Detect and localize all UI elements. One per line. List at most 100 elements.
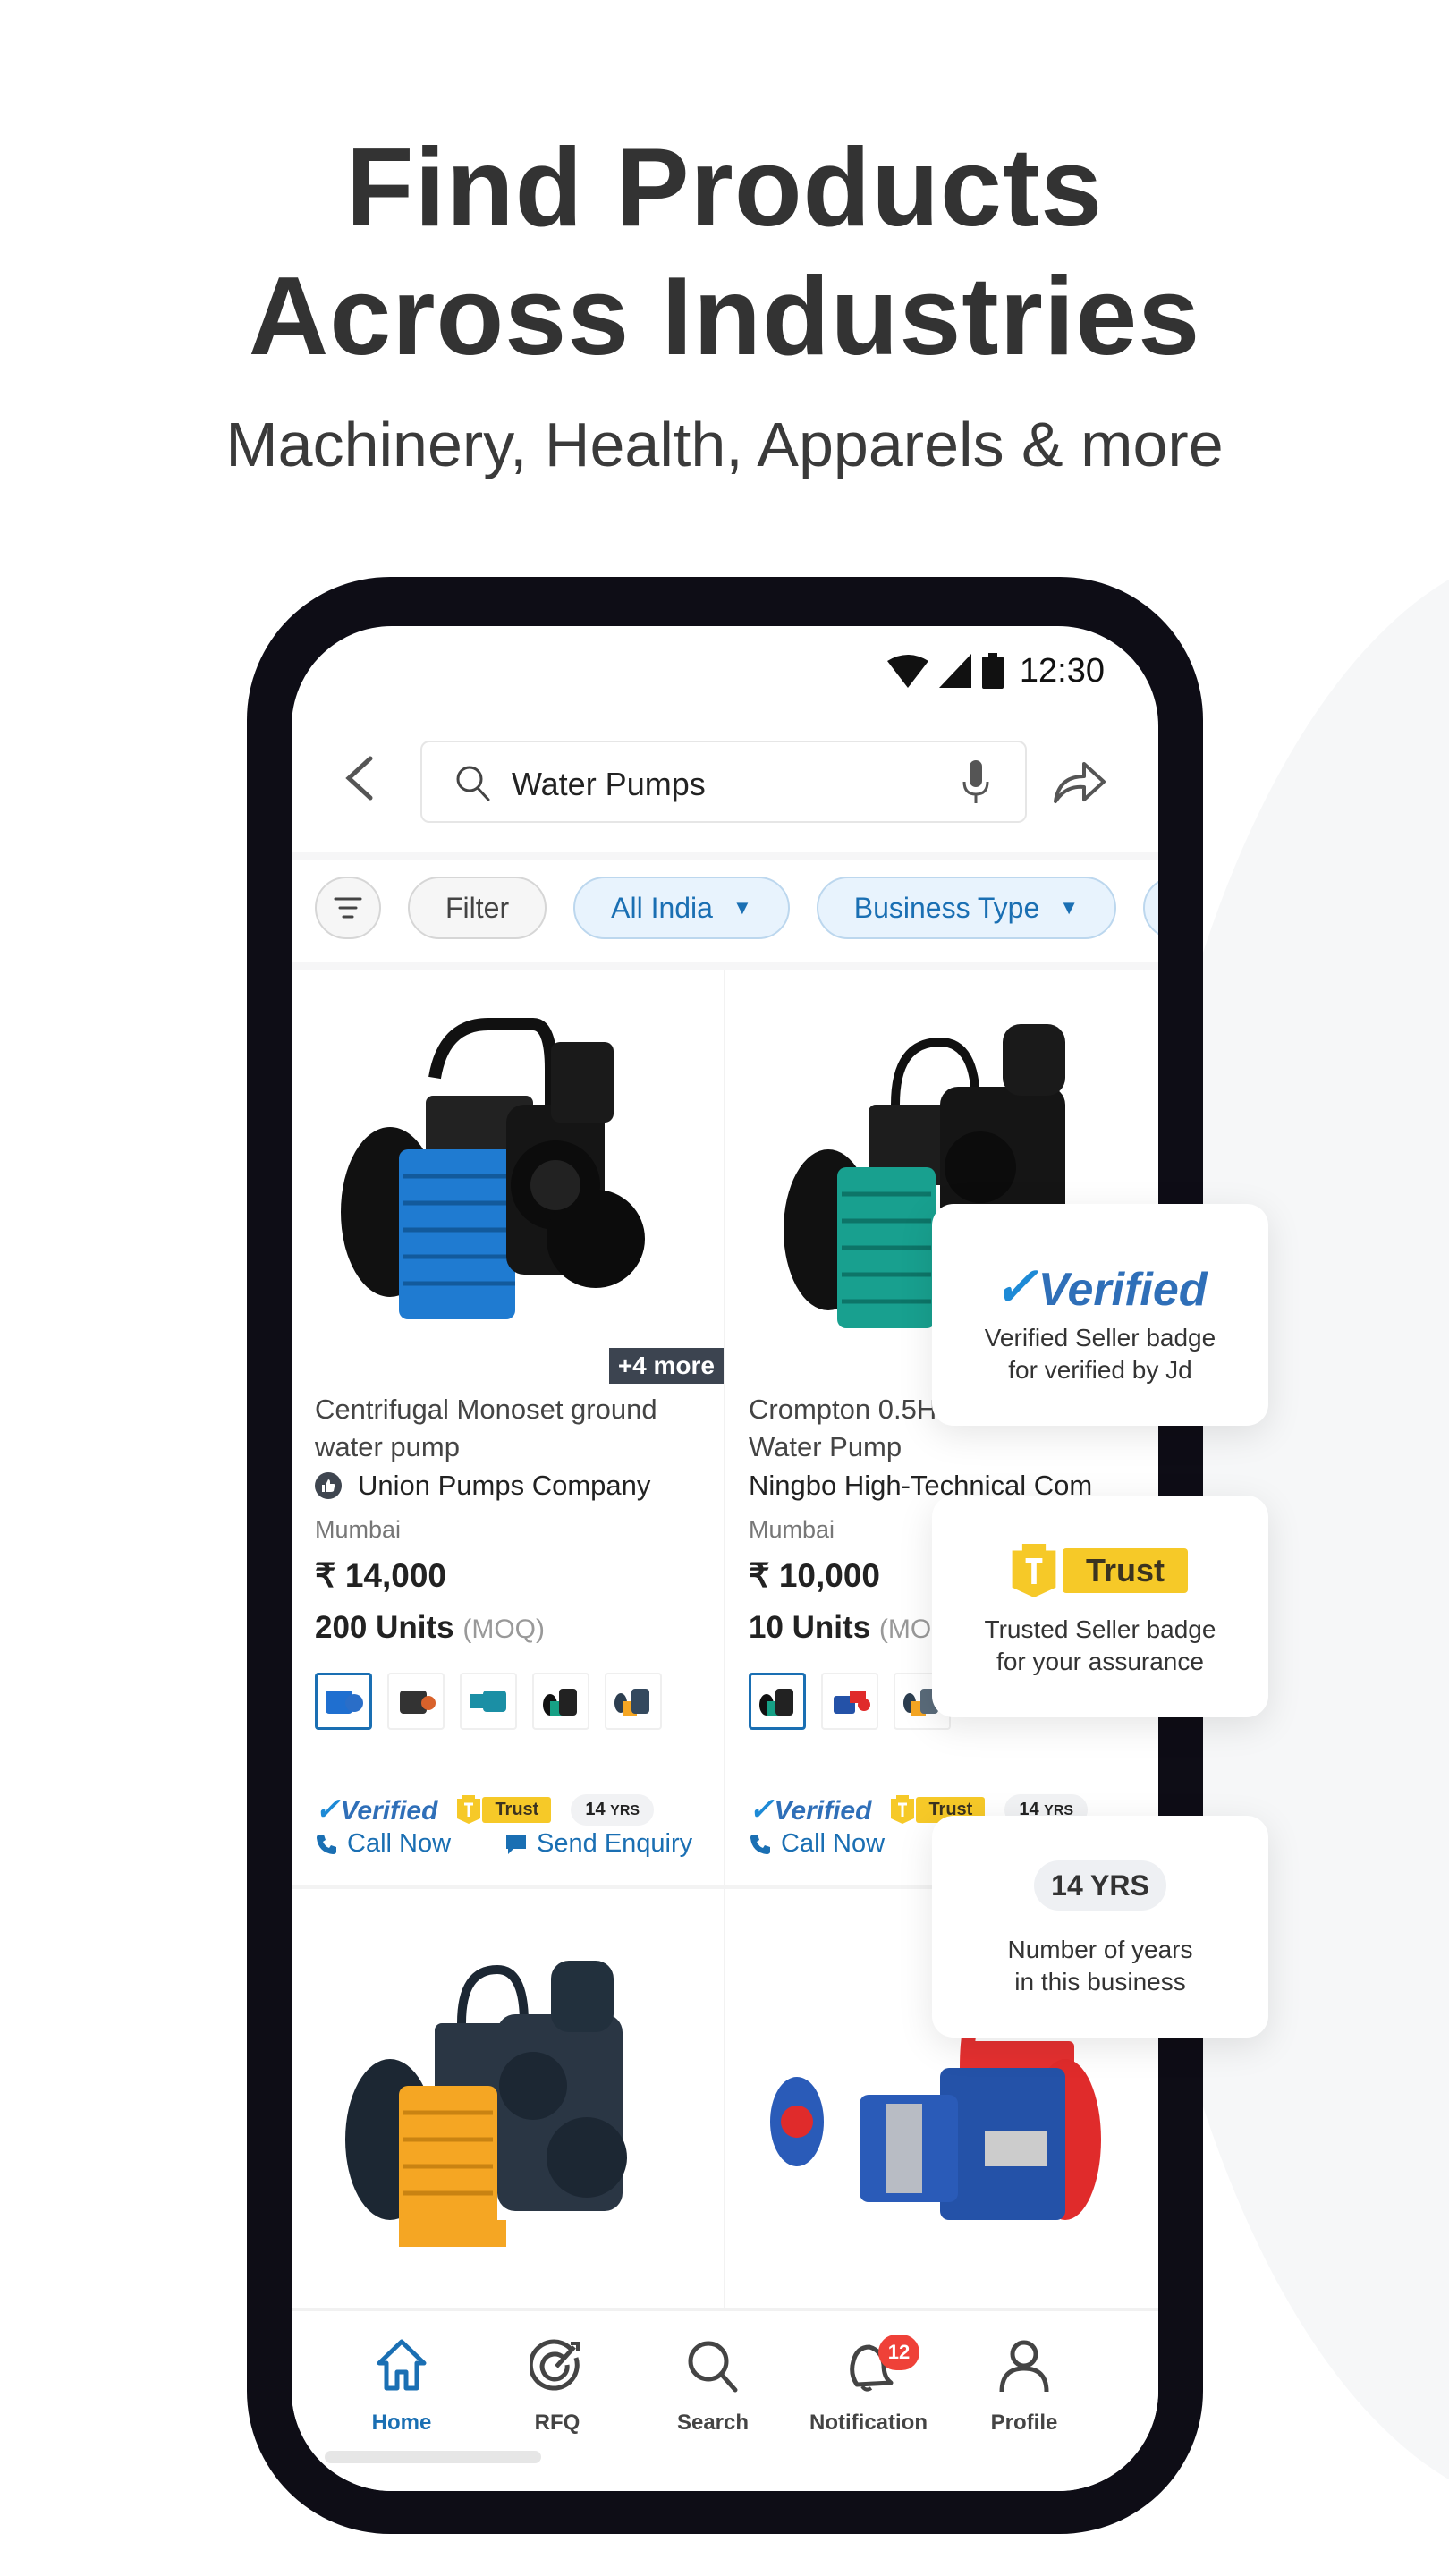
- signal-icon: [938, 654, 971, 688]
- more-images-badge[interactable]: +4 more: [608, 1348, 724, 1384]
- callout-verified: ✓Verified Verified Seller badge for verif…: [932, 1204, 1268, 1426]
- verified-badge: ✓Verified: [315, 1792, 438, 1826]
- back-button[interactable]: [336, 751, 381, 805]
- nav-rfq-label: RFQ: [534, 2411, 580, 2435]
- pump-image-blue[interactable]: [327, 1006, 685, 1346]
- nav-home[interactable]: Home: [335, 2338, 469, 2436]
- call-now-button[interactable]: Call Now: [749, 1829, 885, 1859]
- desc-line2: in this business: [1014, 1968, 1186, 1996]
- product-price: ₹ 10,000: [749, 1557, 880, 1594]
- seller-name[interactable]: Union Pumps Company: [315, 1470, 650, 1502]
- trust-logo-text: Trust: [1063, 1548, 1189, 1593]
- thumbs-up-icon: [315, 1472, 342, 1499]
- trust-logo: Trust: [1009, 1544, 1189, 1597]
- search-icon: [456, 766, 490, 801]
- callout-trust: Trust Trusted Seller badge for your assur…: [932, 1496, 1268, 1717]
- header-divider: [292, 852, 1158, 860]
- nav-profile-label: Profile: [990, 2411, 1058, 2435]
- phone-icon: [750, 1834, 770, 1854]
- chip-label: Filter: [445, 891, 510, 924]
- caret-down-icon: ▼: [1059, 896, 1080, 919]
- thumbnail[interactable]: [532, 1673, 589, 1730]
- nav-rfq[interactable]: RFQ: [490, 2338, 624, 2436]
- status-bar: 12:30: [886, 644, 1105, 698]
- product-card[interactable]: Crompton 0.5HP Aquagold 50 Water Pump Ni…: [725, 970, 1158, 1887]
- home-icon: [377, 2339, 427, 2391]
- chat-bubble-icon: [506, 1834, 527, 1854]
- business-type-chip[interactable]: Business Type ▼: [816, 877, 1117, 939]
- nav-notification[interactable]: 12 Notification: [801, 2334, 936, 2436]
- thumbnail[interactable]: [605, 1673, 662, 1730]
- trust-label: Trust: [482, 1796, 552, 1823]
- callout-description: Verified Seller badge for verified by Jd: [932, 1322, 1268, 1386]
- filter-chip[interactable]: Filter: [408, 877, 547, 939]
- desc-line1: Number of years: [1007, 1936, 1193, 1963]
- desc-line2: for your assurance: [996, 1648, 1204, 1675]
- product-moq: 10 Units (MOQ): [749, 1610, 962, 1646]
- years-badge: 14 YRS: [571, 1793, 655, 1826]
- years-unit: YRS: [610, 1802, 640, 1818]
- thumbnail-strip: [749, 1673, 951, 1730]
- nav-search[interactable]: Search: [646, 2338, 780, 2436]
- product-price: ₹ 14,000: [315, 1557, 446, 1594]
- desc-line1: Verified Seller badge: [984, 1324, 1216, 1352]
- chip-label: Business Type: [853, 891, 1040, 924]
- years-number: 14: [585, 1799, 606, 1819]
- callout-description: Trusted Seller badge for your assurance: [932, 1614, 1268, 1678]
- nav-profile[interactable]: Profile: [957, 2338, 1091, 2436]
- search-input[interactable]: Water Pumps: [420, 741, 1027, 823]
- verified-logo: ✓Verified: [993, 1257, 1208, 1317]
- shield-t-icon: [1012, 1544, 1056, 1597]
- product-title[interactable]: Centrifugal Monoset ground water pump: [315, 1391, 708, 1466]
- battery-icon: [981, 653, 1004, 689]
- share-icon[interactable]: [1052, 758, 1107, 805]
- product-actions: Call Now: [749, 1829, 885, 1859]
- chips-divider: [292, 962, 1158, 970]
- wifi-icon: [886, 655, 928, 688]
- nav-notification-label: Notification: [809, 2411, 928, 2435]
- thumbnail[interactable]: [749, 1673, 806, 1730]
- brand-chip[interactable]: Br: [1143, 877, 1158, 939]
- hero-title-line1: Find Products: [345, 126, 1104, 250]
- thumbnail[interactable]: [460, 1673, 517, 1730]
- product-city: Mumbai: [315, 1516, 402, 1543]
- filter-chips: Filter All India ▼ Business Type ▼ Br: [315, 877, 1158, 939]
- call-now-label: Call Now: [781, 1829, 886, 1858]
- thumbnail[interactable]: [387, 1673, 445, 1730]
- product-city: Mumbai: [749, 1516, 835, 1543]
- caret-down-icon: ▼: [732, 896, 752, 919]
- trust-badge: Trust: [457, 1795, 552, 1824]
- thumbnail[interactable]: [315, 1673, 372, 1730]
- callout-years: 14 YRS Number of years in this business: [932, 1816, 1268, 2038]
- bottom-nav: Home RFQ Search 12 Notification Profile: [292, 2308, 1158, 2491]
- notification-count-badge: 12: [878, 2334, 919, 2370]
- sort-button[interactable]: [315, 877, 381, 939]
- pump-image-yellow[interactable]: [327, 1934, 685, 2274]
- send-enquiry-label: Send Enquiry: [537, 1829, 693, 1858]
- product-moq: 200 Units (MOQ): [315, 1610, 545, 1646]
- nav-search-label: Search: [676, 2411, 750, 2435]
- call-now-button[interactable]: Call Now: [315, 1829, 451, 1859]
- location-chip[interactable]: All India ▼: [573, 877, 790, 939]
- verified-label: Verified: [340, 1796, 438, 1826]
- product-actions: Call Now Send Enquiry: [315, 1829, 692, 1859]
- verified-badge: ✓Verified: [749, 1792, 872, 1826]
- verified-label: Verified: [774, 1796, 872, 1826]
- mic-icon[interactable]: [961, 760, 991, 805]
- hero-subtitle: Machinery, Health, Apparels & more: [225, 410, 1224, 479]
- thumbnail[interactable]: [821, 1673, 878, 1730]
- desc-line1: Trusted Seller badge: [984, 1615, 1216, 1643]
- moq-value: 200 Units: [315, 1610, 454, 1645]
- sort-lines-icon: [334, 897, 362, 919]
- hero-title-line2: Across Industries: [248, 255, 1201, 378]
- search-value: Water Pumps: [512, 766, 706, 802]
- product-card[interactable]: [292, 1889, 724, 2309]
- home-indicator[interactable]: [325, 2451, 541, 2463]
- nav-home-label: Home: [371, 2411, 432, 2435]
- moq-value: 10 Units: [749, 1610, 871, 1645]
- send-enquiry-button[interactable]: Send Enquiry: [504, 1829, 692, 1859]
- callout-description: Number of years in this business: [932, 1934, 1268, 1998]
- product-card[interactable]: +4 more Centrifugal Monoset ground water…: [292, 970, 724, 1887]
- moq-label: (MOQ): [462, 1614, 545, 1644]
- seller-label: Union Pumps Company: [358, 1470, 651, 1501]
